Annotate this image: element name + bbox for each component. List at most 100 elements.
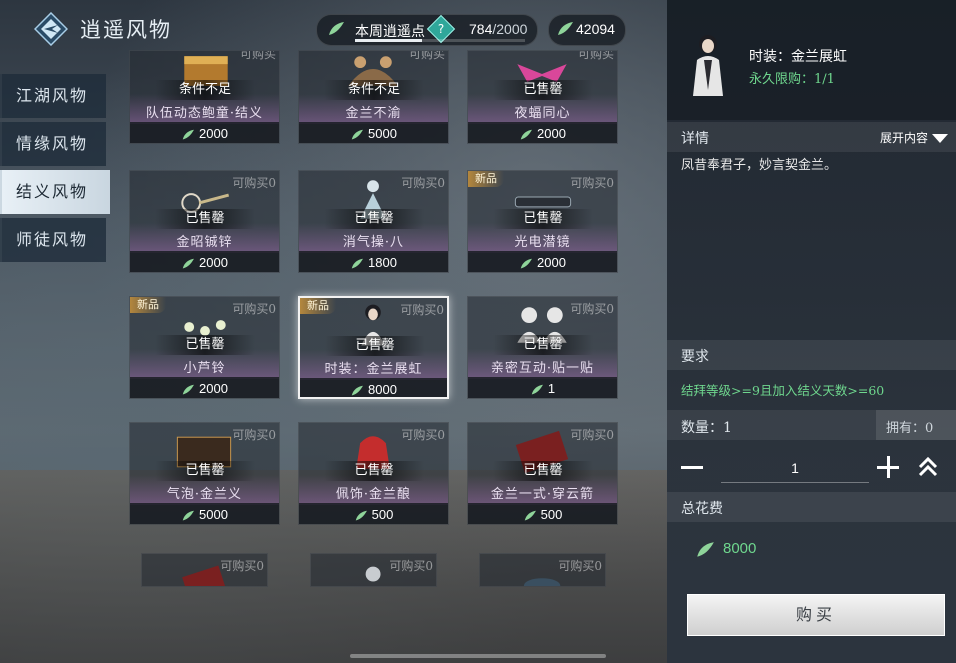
purchase-limit: 永久限购：1/1	[749, 72, 835, 87]
buy-button[interactable]: 购买	[687, 594, 945, 636]
card-limit: 可购买0	[400, 303, 444, 317]
item-title: 时装：金兰展虹	[749, 49, 847, 65]
item-card[interactable]: 可购买0 已售罄气泡·金兰义 5000	[129, 422, 280, 525]
quantity-row: 数量：1 拥有：0	[667, 410, 956, 440]
owned-box: 拥有：0	[876, 410, 956, 440]
item-card[interactable]: 可购买0 已售罄 消气操·八 1800	[298, 170, 449, 273]
card-name: 佩饰·金兰酿	[335, 487, 412, 502]
leaf-icon	[182, 129, 195, 140]
card-limit: 可购买0	[570, 428, 614, 442]
expand-button[interactable]: 展开内容	[880, 129, 948, 146]
card-name: 夜蝠同心	[514, 106, 571, 121]
new-tag: 新品	[130, 297, 166, 313]
leaf-icon	[351, 129, 364, 140]
card-status: 已售罄	[493, 209, 593, 229]
scroll-indicator[interactable]	[350, 654, 606, 658]
new-tag: 新品	[468, 171, 504, 187]
minus-icon[interactable]	[681, 456, 703, 478]
item-card[interactable]: 可购买0 已售罄金兰一式·穿云箭 500	[467, 422, 618, 525]
card-limit: 可购买	[577, 50, 614, 61]
quantity-input[interactable]: 1	[721, 454, 869, 483]
card-status: 已售罄	[155, 461, 255, 481]
item-grid: 可购买 条件不足 队伍动态鲍童·结义 2000 可购买 条件不足 金兰不渝 5000 可购买 已售…	[0, 0, 667, 663]
card-limit: 可购买0	[232, 302, 276, 316]
details-label: 详情	[681, 131, 709, 147]
card-name: 金兰不渝	[345, 106, 402, 121]
card-name: 气泡·金兰义	[166, 487, 243, 502]
total-header: 总花费	[667, 492, 956, 522]
card-limit: 可购买0	[389, 559, 433, 573]
card-status: 已售罄	[325, 336, 425, 356]
total-label: 总花费	[681, 501, 723, 517]
leaf-icon	[351, 258, 364, 269]
leaf-icon	[182, 510, 195, 521]
card-limit: 可购买0	[558, 559, 602, 573]
card-price: 1800	[299, 251, 448, 272]
card-price: 500	[468, 503, 617, 524]
card-status: 已售罄	[324, 461, 424, 481]
card-status: 已售罄	[493, 461, 593, 481]
card-status: 已售罄	[493, 80, 593, 100]
leaf-icon	[531, 384, 543, 395]
card-name: 光电潜镜	[514, 235, 571, 250]
card-price: 5000	[130, 503, 279, 524]
card-price: 500	[299, 503, 448, 524]
details-header: 详情 展开内容	[667, 122, 956, 152]
leaf-icon	[520, 129, 533, 140]
total-cost: 8000	[697, 540, 756, 557]
detail-panel: 时装：金兰展虹 永久限购：1/1 详情 展开内容 凤昔奉君子，妙言契金兰。 要求…	[667, 0, 956, 663]
card-status: 条件不足	[155, 80, 255, 100]
card-status: 已售罄	[155, 335, 255, 355]
leaf-icon	[182, 384, 195, 395]
leaf-icon	[355, 510, 367, 521]
card-limit: 可购买0	[232, 428, 276, 442]
card-status: 已售罄	[493, 335, 593, 355]
requirement-label: 要求	[681, 349, 709, 365]
item-card[interactable]: 可购买 条件不足 队伍动态鲍童·结义 2000	[129, 50, 280, 144]
card-price: 5000	[299, 122, 448, 143]
leaf-icon	[351, 385, 364, 396]
card-price: 2000	[130, 377, 279, 398]
card-status: 条件不足	[324, 80, 424, 100]
item-card[interactable]: 可购买条件不足金兰不渝 5000	[298, 50, 449, 144]
card-status: 已售罄	[324, 209, 424, 229]
item-card[interactable]: 可购买0 新品 已售罄 时装：金兰展虹 8000	[298, 296, 449, 399]
card-limit: 可购买0	[220, 559, 264, 573]
item-card[interactable]: 可购买0	[141, 553, 268, 587]
plus-icon[interactable]	[877, 456, 899, 478]
new-tag: 新品	[300, 298, 336, 314]
card-limit: 可购买0	[401, 176, 445, 190]
character-portrait-icon	[693, 35, 723, 96]
card-status: 已售罄	[155, 209, 255, 229]
leaf-icon	[697, 542, 714, 557]
card-limit: 可购买	[408, 50, 445, 61]
card-limit: 可购买0	[232, 176, 276, 190]
card-name: 队伍动态鲍童·结义	[145, 106, 264, 121]
card-name: 时装：金兰展虹	[324, 362, 423, 377]
max-quantity-icon[interactable]	[915, 454, 941, 480]
card-limit: 可购买0	[401, 428, 445, 442]
item-card[interactable]: 可购买0 新品已售罄小芦铃 2000	[129, 296, 280, 399]
leaf-icon	[524, 510, 536, 521]
item-card[interactable]: 可购买0 已售罄佩饰·金兰酿 500	[298, 422, 449, 525]
item-card[interactable]: 可购买0 已售罄 金昭铖锌 2000	[129, 170, 280, 273]
card-price: 2000	[468, 122, 617, 143]
card-price: 2000	[468, 251, 617, 272]
chevron-down-icon	[932, 134, 948, 143]
item-description: 凤昔奉君子，妙言契金兰。	[681, 158, 838, 173]
item-card[interactable]: 可购买已售罄夜蝠同心 2000	[467, 50, 618, 144]
item-card[interactable]: 可购买0	[479, 553, 606, 587]
card-name: 亲密互动·贴一贴	[490, 361, 595, 376]
item-card[interactable]: 可购买0 新品 已售罄 光电潜镜 2000	[467, 170, 618, 273]
card-name: 金兰一式·穿云箭	[490, 487, 595, 502]
card-name: 小芦铃	[183, 361, 226, 376]
owned-label: 拥有：0	[886, 421, 934, 436]
requirement-text: 结拜等级>=9且加入结义天数>=60	[681, 383, 885, 398]
card-price: 1	[468, 377, 617, 398]
quantity-label: 数量：1	[681, 420, 732, 436]
item-card[interactable]: 可购买0	[310, 553, 437, 587]
leaf-icon	[520, 258, 533, 269]
item-header: 时装：金兰展虹 永久限购：1/1	[667, 0, 956, 120]
leaf-icon	[182, 258, 195, 269]
item-card[interactable]: 可购买0 已售罄 亲密互动·贴一贴 1	[467, 296, 618, 399]
